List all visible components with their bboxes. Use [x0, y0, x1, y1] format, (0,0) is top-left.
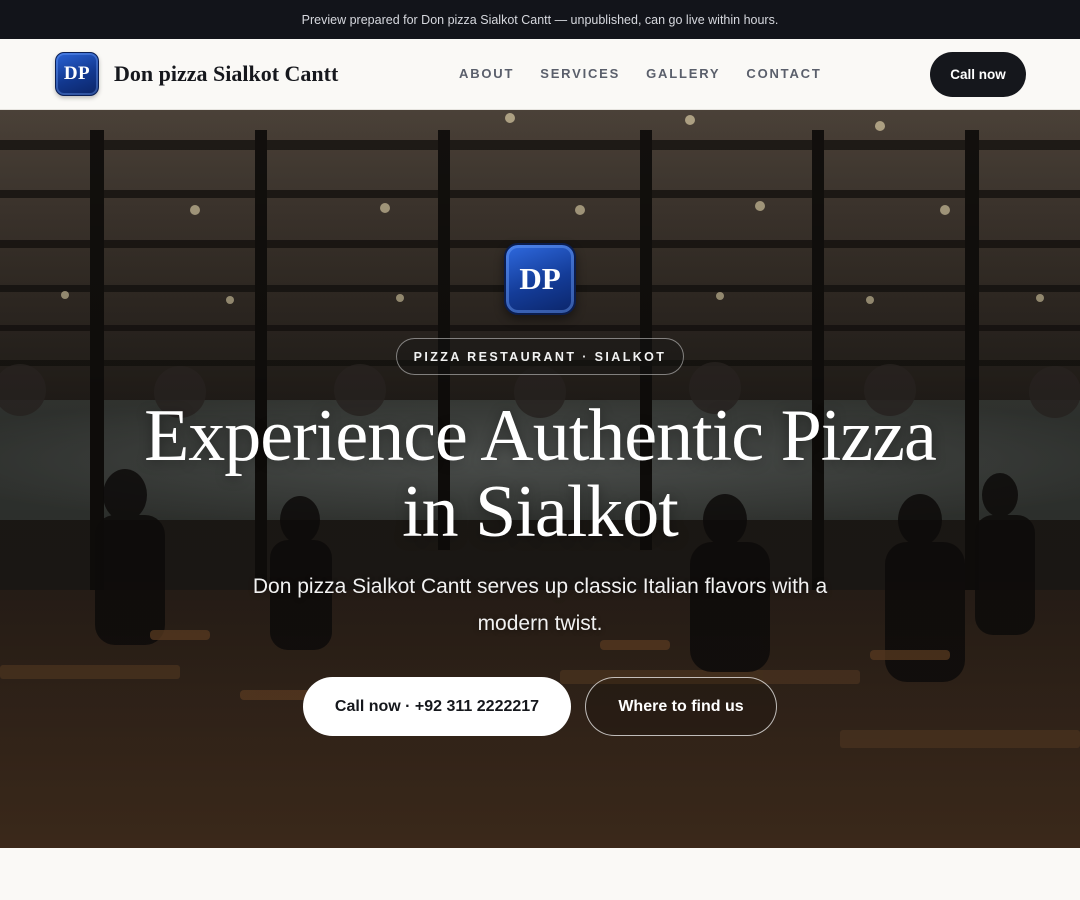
- hero-title-line-2: in Sialkot: [402, 471, 679, 553]
- preview-banner-text: Preview prepared for Don pizza Sialkot C…: [301, 12, 779, 27]
- nav-link-about[interactable]: ABOUT: [459, 66, 514, 81]
- hero-section: DP PIZZA RESTAURANT · SIALKOT Experience…: [0, 110, 1080, 848]
- hero-title: Experience Authentic Pizza in Sialkot: [100, 398, 980, 550]
- brand[interactable]: DP Don pizza Sialkot Cantt: [55, 52, 338, 96]
- nav-link-contact[interactable]: CONTACT: [746, 66, 821, 81]
- main-nav: ABOUT SERVICES GALLERY CONTACT: [459, 66, 822, 81]
- brand-name[interactable]: Don pizza Sialkot Cantt: [114, 61, 338, 87]
- hero-call-button[interactable]: Call now · +92 311 2222217: [303, 677, 571, 736]
- preview-banner: Preview prepared for Don pizza Sialkot C…: [0, 0, 1080, 39]
- hero-location-button[interactable]: Where to find us: [585, 677, 777, 736]
- site-header: DP Don pizza Sialkot Cantt ABOUT SERVICE…: [0, 39, 1080, 110]
- hero-title-line-1: Experience Authentic Pizza: [144, 395, 937, 477]
- nav-link-services[interactable]: SERVICES: [540, 66, 620, 81]
- hero-subtitle: Don pizza Sialkot Cantt serves up classi…: [252, 575, 828, 635]
- brand-logo[interactable]: DP: [55, 52, 99, 96]
- header-call-button[interactable]: Call now: [930, 52, 1026, 97]
- nav-link-gallery[interactable]: GALLERY: [646, 66, 720, 81]
- hero-logo: DP: [504, 243, 576, 315]
- hero-category-badge: PIZZA RESTAURANT · SIALKOT: [396, 338, 684, 375]
